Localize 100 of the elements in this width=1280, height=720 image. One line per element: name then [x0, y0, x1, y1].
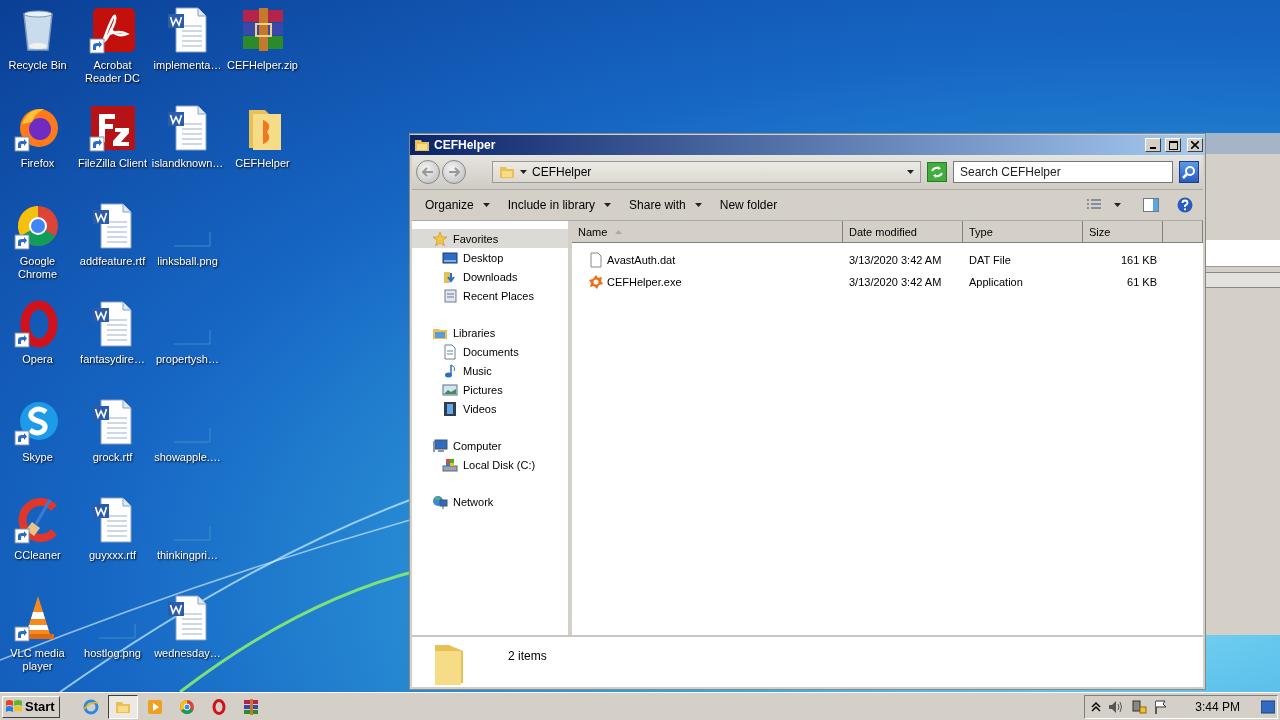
desktop-icon-label[interactable]: Firefox — [1, 157, 74, 170]
nav-item[interactable]: Computer — [412, 436, 568, 455]
caret-icon — [694, 203, 702, 207]
star-icon — [432, 230, 448, 247]
recent-icon — [442, 287, 458, 304]
nav-item[interactable]: Recent Places — [412, 286, 568, 305]
nav-item[interactable]: Documents — [412, 342, 568, 361]
size-cell-text: 61 KB — [1126, 276, 1158, 288]
documents-icon — [442, 343, 458, 360]
file-row[interactable]: AvastAuth.dat 3/13/2020 3:42 AM DAT File 161 KB — [572, 249, 1203, 271]
file-name: CEFHelper.exe — [607, 276, 682, 288]
clock[interactable]: 3:44 PM — [1195, 699, 1240, 714]
speaker-icon[interactable] — [1108, 699, 1125, 714]
chevron-up-icon[interactable] — [1091, 700, 1102, 713]
back-arrow-icon — [422, 167, 434, 177]
date-cell-text: 3/13/2020 3:42 AM — [848, 254, 943, 266]
show-desktop-button[interactable] — [1261, 699, 1275, 714]
file-name: AvastAuth.dat — [607, 254, 676, 266]
pictures-icon — [442, 381, 458, 398]
nav-item[interactable]: Network — [412, 492, 568, 511]
refresh-button[interactable] — [927, 162, 947, 182]
type-cell-text: DAT File — [968, 254, 1012, 266]
maximize-button[interactable] — [1165, 138, 1181, 152]
close-button[interactable] — [1187, 138, 1203, 152]
desktop-icon-label[interactable]: wednesday… — [151, 647, 224, 660]
ring-icon — [210, 698, 227, 715]
desktop-icon-label[interactable]: thinkingpri… — [151, 549, 224, 562]
desktop-icon-label[interactable]: FileZilla Client — [76, 157, 149, 170]
folder-icon — [499, 164, 515, 180]
network-icon — [432, 493, 448, 510]
caret-icon — [604, 203, 612, 207]
toolbar-button[interactable]: Organize — [418, 195, 497, 215]
minimize-button[interactable] — [1145, 138, 1161, 152]
desktop-icon-label[interactable]: VLC media player — [1, 647, 74, 673]
preview-pane-icon — [1143, 198, 1159, 212]
browser-icon — [82, 698, 99, 715]
desktop-icon-label[interactable]: CEFHelper.zip — [226, 59, 299, 72]
desktop-icon-label[interactable]: CEFHelper — [226, 157, 299, 170]
column-header[interactable]: Date modified — [843, 221, 963, 243]
desktop-icon-label[interactable]: fantasydire… — [76, 353, 149, 366]
search-field[interactable]: Search CEFHelper — [953, 161, 1173, 183]
size-cell-text: 161 KB — [1119, 254, 1158, 266]
windows-flag-icon — [5, 698, 23, 715]
desktop-icon-label[interactable]: grock.rtf — [76, 451, 149, 464]
nav-item[interactable]: Favorites — [412, 229, 568, 248]
toolbar-button[interactable]: New folder — [712, 195, 785, 215]
column-header[interactable]: Size — [1083, 221, 1163, 243]
desktop-icon-label[interactable]: Acrobat Reader DC — [76, 59, 149, 85]
nav-item[interactable]: Pictures — [412, 380, 568, 399]
desktop-icon-label[interactable]: showapple.… — [151, 451, 224, 464]
back-button[interactable] — [416, 160, 440, 184]
browser-icon — [178, 698, 195, 715]
date-cell-text: 3/13/2020 3:42 AM — [848, 276, 943, 288]
app-icon[interactable] — [88, 6, 137, 54]
nav-item[interactable]: Downloads — [412, 267, 568, 286]
start-button[interactable]: Start — [2, 695, 60, 718]
desktop-icon-label[interactable]: CCleaner — [1, 549, 74, 562]
close-icon — [1191, 141, 1199, 149]
desktop-icon-label[interactable]: propertysh… — [151, 353, 224, 366]
nav-item[interactable]: Videos — [412, 399, 568, 418]
nav-item[interactable]: Local Disk (C:) — [412, 455, 568, 474]
desktop-icon-label[interactable]: guyxxx.rtf — [76, 549, 149, 562]
window-title: CEFHelper — [434, 138, 497, 152]
flag-icon[interactable] — [1154, 699, 1169, 714]
app-icon[interactable] — [88, 104, 137, 152]
caret-icon — [1114, 203, 1121, 207]
nav-item[interactable]: Music — [412, 361, 568, 380]
nav-item[interactable]: Desktop — [412, 248, 568, 267]
list-view-icon — [1086, 198, 1102, 212]
videos-icon — [442, 400, 458, 417]
caret-icon — [520, 170, 527, 174]
desktop-icon-label[interactable]: linksball.png — [151, 255, 224, 268]
desktop-icon-label[interactable]: Recycle Bin — [1, 59, 74, 72]
type-cell-text: Application — [968, 276, 1024, 288]
nav-item[interactable]: Libraries — [412, 323, 568, 342]
maximize-icon — [1168, 140, 1178, 150]
network-icon[interactable] — [1131, 698, 1148, 715]
column-header[interactable]: Name — [572, 221, 843, 243]
file-row[interactable]: CEFHelper.exe 3/13/2020 3:42 AM Application 61 KB — [572, 271, 1203, 293]
refresh-icon — [930, 166, 944, 178]
address-bar[interactable]: CEFHelper — [492, 161, 921, 183]
desktop-icon-label[interactable]: islandknown… — [151, 157, 224, 170]
forward-button[interactable] — [442, 160, 466, 184]
forward-arrow-icon — [448, 167, 460, 177]
desktop-icon-label[interactable]: Opera — [1, 353, 74, 366]
file-icon — [588, 252, 604, 268]
play-icon — [146, 698, 163, 715]
desktop-icon-label[interactable]: addfeature.rtf — [76, 255, 149, 268]
desktop-icon-label[interactable]: implementa… — [151, 59, 224, 72]
help-icon — [1177, 197, 1193, 213]
search-button[interactable] — [1179, 161, 1199, 183]
desktop-icon-label[interactable]: Google Chrome — [1, 255, 74, 281]
taskbar-app-button[interactable] — [107, 694, 138, 719]
desktop-icon-label[interactable]: Skype — [1, 451, 74, 464]
toolbar-button[interactable]: Include in library — [500, 195, 619, 215]
toolbar-button[interactable]: Share with — [622, 195, 709, 215]
desktop-icon-label[interactable]: hostlog.png — [76, 647, 149, 660]
caret-icon — [907, 170, 914, 174]
column-header[interactable]: Type — [963, 221, 1083, 243]
item-count: 2 items — [508, 649, 547, 663]
